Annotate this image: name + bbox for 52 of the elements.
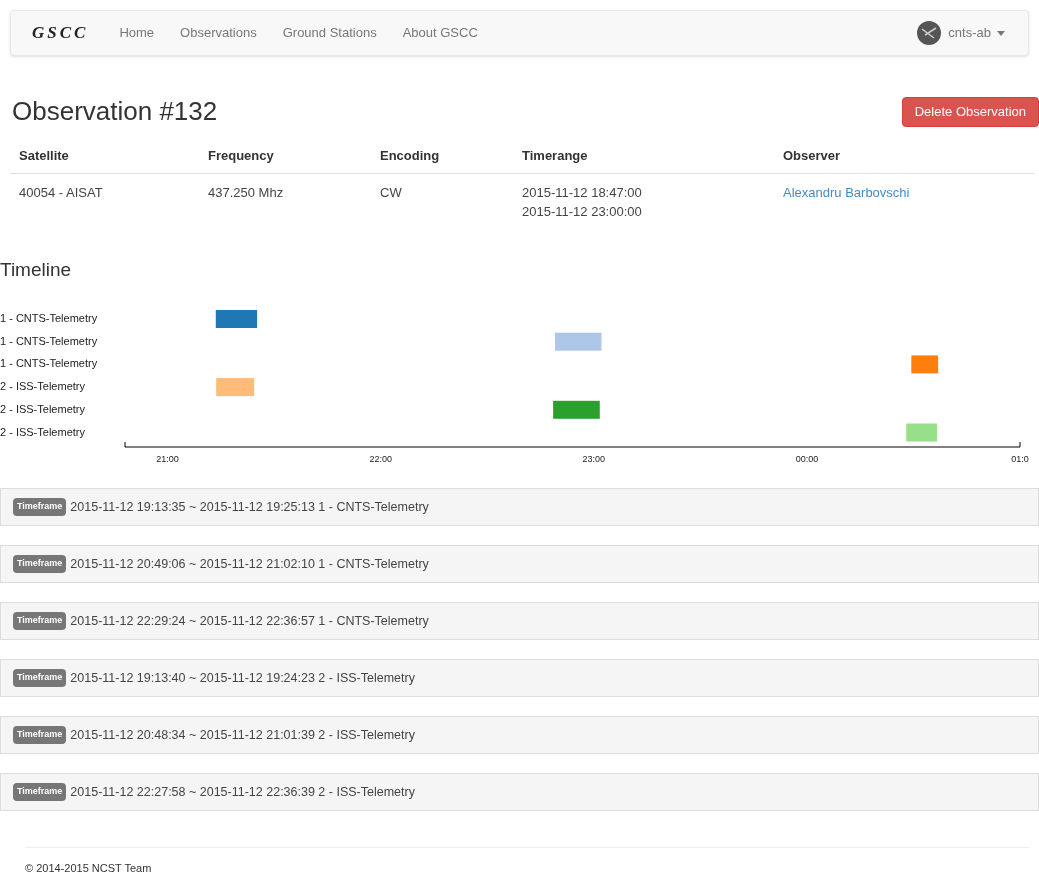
timeframe-text: 2015-11-12 20:49:06 ~ 2015-11-12 21:02:10 1 - CNTS-Telemetry <box>70 555 429 573</box>
timeframe-text: 2015-11-12 19:13:40 ~ 2015-11-12 19:24:23 2 - ISS-Telemetry <box>70 669 415 687</box>
caret-icon <box>997 30 1005 36</box>
timeframe-text: 2015-11-12 22:29:24 ~ 2015-11-12 22:36:57 1 - CNTS-Telemetry <box>70 612 429 630</box>
avatar-icon <box>916 20 943 46</box>
tick-label: 23:00 <box>582 454 606 464</box>
page-title: Observation #132 <box>12 95 218 128</box>
tick-label: 22:00 <box>369 454 392 464</box>
table-cell: 40054 - AISAT <box>10 173 199 221</box>
brand-link[interactable]: GSCC <box>32 20 89 46</box>
timeframe-label: Timeframe <box>13 555 67 573</box>
timeframe-text: 2015-11-12 19:13:35 ~ 2015-11-12 19:25:13 1 - CNTS-Telemetry <box>70 498 429 516</box>
column-header: Frequency <box>199 139 371 173</box>
section-title: Timeline <box>0 257 73 282</box>
axis-label: 2 - ISS-Telemetry <box>0 425 85 438</box>
table-cell-text: 2015-11-12 18:47:00 <box>522 183 643 202</box>
nav-link[interactable]: About GSCC <box>389 23 491 43</box>
timeframe-text: 2015-11-12 20:48:34 ~ 2015-11-12 21:01:39 2 - ISS-Telemetry <box>70 726 415 744</box>
axis-label: 1 - CNTS-Telemetry <box>0 357 98 370</box>
table-cell: CW <box>371 173 513 221</box>
timeline-bar <box>906 423 938 442</box>
timeframe-label: Timeframe <box>13 498 67 516</box>
axis-label: 1 - CNTS-Telemetry <box>0 312 98 324</box>
tick-label: 00:00 <box>795 454 819 464</box>
tick-label: 01:0 <box>1011 454 1029 464</box>
nav-link[interactable]: Home <box>106 23 168 43</box>
column-header: Satellite <box>10 139 199 173</box>
delete-button[interactable]: Delete Observation <box>901 96 1039 127</box>
footer-text: © 2014-2015 NCST Team <box>25 861 153 876</box>
timeframe-label: Timeframe <box>13 726 67 744</box>
observer-link[interactable]: Alexandru Barbovschi <box>783 184 910 200</box>
timeline-bar <box>911 355 939 374</box>
user-menu[interactable]: cnts-ab <box>916 20 1005 46</box>
table-cell: 437.250 Mhz <box>199 173 371 221</box>
axis-label: 2 - ISS-Telemetry <box>0 380 85 393</box>
column-header: Timerange <box>513 139 774 173</box>
table-cell-text: 2015-11-12 23:00:00 <box>522 202 643 221</box>
nav-link[interactable]: Observations <box>167 23 270 43</box>
timeline-bar <box>216 378 255 397</box>
column-header: Encoding <box>371 139 513 173</box>
nav-link[interactable]: Ground Stations <box>269 23 390 43</box>
tick-label: 21:00 <box>156 454 179 464</box>
axis-label: 2 - ISS-Telemetry <box>0 402 85 415</box>
timeline-bar <box>553 400 600 419</box>
timeline-bar <box>555 332 602 351</box>
timeframe-label: Timeframe <box>13 669 67 687</box>
timeframe-label: Timeframe <box>13 783 67 801</box>
timeframe-text: 2015-11-12 22:27:58 ~ 2015-11-12 22:36:39 2 - ISS-Telemetry <box>70 783 415 801</box>
timeline-bar <box>215 310 258 328</box>
column-header: Observer <box>774 139 1034 173</box>
timeframe-label: Timeframe <box>13 612 67 630</box>
axis-label: 1 - CNTS-Telemetry <box>0 334 98 347</box>
